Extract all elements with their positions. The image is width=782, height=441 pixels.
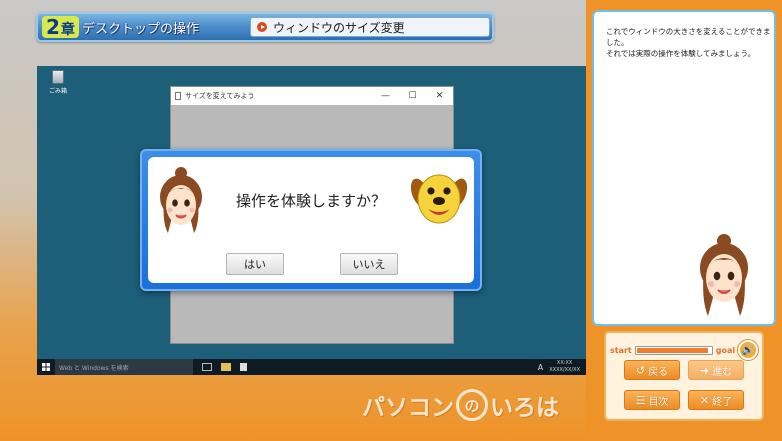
logo-text-circle: の [456, 389, 488, 421]
sound-button[interactable]: 🔊 [738, 340, 759, 360]
chapter-number: 2 [46, 15, 60, 39]
recycle-bin-label: ごみ箱 [49, 88, 68, 95]
windows-logo-icon [42, 363, 50, 371]
quit-label: 終了 [712, 396, 733, 408]
window-title: サイズを変えてみよう [185, 92, 255, 100]
progress-bar [634, 345, 713, 355]
progress-goal-label: goal [715, 345, 736, 355]
progress-start-label: start [610, 345, 632, 355]
play-bullet-icon [257, 22, 267, 32]
toc-label: 目次 [648, 396, 669, 408]
yes-button[interactable]: はい [226, 253, 284, 275]
instruction-line-1: これでウィンドウの大きさを変えることができました。 [606, 27, 771, 47]
dialog-body: 操作を体験しますか？ はい いいえ [148, 157, 474, 283]
minimize-icon[interactable]: — [372, 91, 399, 101]
back-button[interactable]: ↺ 戻る [624, 360, 680, 380]
navigation-controls: start goal 🔊 ↺ 戻る ➜ 進む ☰ 目次 ✕ 終了 [604, 331, 764, 421]
instruction-line-2: それでは実際の操作を体験してみましょう。 [606, 49, 756, 58]
clock-date: XXXX/XX/XX [549, 367, 580, 373]
next-button[interactable]: ➜ 進む [688, 360, 744, 380]
maximize-icon[interactable]: ☐ [399, 91, 426, 101]
quit-button[interactable]: ✕ 終了 [688, 390, 744, 410]
ime-indicator[interactable]: A [538, 363, 543, 372]
toc-button[interactable]: ☰ 目次 [624, 390, 680, 410]
chapter-number-badge: 2 章 [42, 16, 79, 38]
clock[interactable]: XX:XX XXXX/XX/XX [549, 360, 580, 374]
recycle-bin-icon [52, 70, 64, 84]
clock-time: XX:XX [556, 360, 573, 366]
taskbar-search[interactable]: Web と Windows を検索 [55, 359, 193, 375]
logo-text-right: いろは [490, 395, 559, 421]
instruction-text: これでウィンドウの大きさを変えることができました。 それでは実際の操作を体験して… [606, 26, 772, 59]
section-title: ウィンドウのサイズ変更 [273, 20, 405, 35]
next-arrow-icon: ➜ [699, 363, 710, 377]
file-explorer-icon[interactable] [221, 363, 231, 371]
instruction-panel: これでウィンドウの大きさを変えることができました。 それでは実際の操作を体験して… [592, 10, 776, 326]
close-x-icon: ✕ [699, 393, 710, 407]
chapter-title: デスクトップの操作 [82, 22, 200, 37]
back-label: 戻る [648, 366, 669, 378]
dog-character-icon [410, 174, 468, 224]
document-app-icon[interactable] [240, 363, 247, 371]
logo-text-left: パソコン [362, 395, 454, 421]
no-button[interactable]: いいえ [340, 253, 398, 275]
progress-row: start goal 🔊 [610, 340, 759, 360]
next-label: 進む [712, 366, 733, 378]
section-title-box: ウィンドウのサイズ変更 [250, 17, 490, 37]
guide-girl-icon [700, 234, 748, 316]
list-icon: ☰ [635, 393, 646, 407]
task-view-icon[interactable] [202, 363, 212, 371]
recycle-bin-shortcut[interactable]: ごみ箱 [49, 70, 67, 96]
speaker-icon: 🔊 [741, 344, 755, 356]
chapter-suffix: 章 [60, 22, 75, 38]
system-tray: A XX:XX XXXX/XX/XX [538, 360, 586, 374]
progress-bar-fill [636, 347, 709, 353]
window-titlebar[interactable]: サイズを変えてみよう — ☐ ✕ [171, 87, 453, 105]
taskbar: Web と Windows を検索 A XX:XX XXXX/XX/XX [37, 359, 586, 375]
start-button[interactable] [37, 363, 55, 371]
confirm-dialog: 操作を体験しますか？ はい いいえ [140, 149, 482, 291]
pasokon-iroha-logo: パソコン の いろは [362, 388, 559, 422]
document-icon [175, 92, 181, 100]
chapter-header: 2 章 デスクトップの操作 ウィンドウのサイズ変更 [36, 12, 494, 42]
back-arrow-icon: ↺ [635, 363, 646, 377]
close-icon[interactable]: ✕ [426, 91, 453, 101]
